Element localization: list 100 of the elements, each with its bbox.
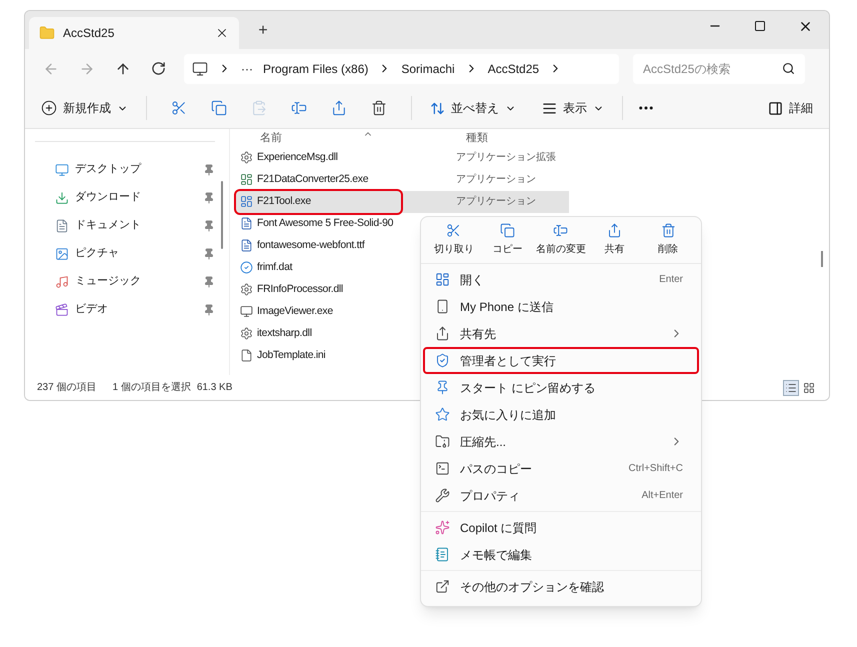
sort-icon: [430, 100, 445, 116]
sidebar-item[interactable]: ミュージック: [35, 268, 215, 296]
menu-item[interactable]: プロパティ Alt+Enter: [423, 482, 699, 509]
file-row[interactable]: ExperienceMsg.dll アプリケーション拡張: [236, 146, 569, 169]
menu-item[interactable]: その他のオプションを確認: [423, 573, 699, 600]
notepad-icon: [435, 547, 450, 562]
pin-icon: [435, 380, 450, 395]
sidebar-item[interactable]: デスクトップ: [35, 156, 215, 184]
file-name-cell: frimf.dat: [236, 256, 401, 279]
monitor-icon: [240, 305, 253, 318]
external-icon: [435, 579, 450, 594]
file-icon: [240, 349, 253, 362]
archive-folder-icon: [435, 434, 450, 449]
forward-icon[interactable]: [79, 60, 95, 77]
gear-file-icon: [240, 151, 253, 164]
app-icon: [240, 173, 253, 186]
up-icon[interactable]: [115, 60, 131, 77]
shortcut-text: Ctrl+Shift+C: [628, 462, 683, 476]
menu-item[interactable]: 管理者として実行: [423, 347, 699, 374]
picture-icon: [55, 246, 69, 261]
menu-action-button[interactable]: 共有: [588, 223, 642, 257]
document-icon: [55, 218, 69, 233]
selection-count: 1 個の項目を選択: [112, 381, 191, 396]
back-icon[interactable]: [43, 60, 59, 77]
star-icon: [435, 407, 450, 422]
shortcut-text: Alt+Enter: [642, 489, 683, 503]
file-name-cell: ExperienceMsg.dll: [236, 146, 401, 169]
sidebar-item[interactable]: ダウンロード: [35, 184, 215, 212]
details-button[interactable]: 詳細: [764, 99, 817, 118]
view-button[interactable]: 表示: [538, 99, 608, 118]
sidebar-item[interactable]: ドキュメント: [35, 212, 215, 240]
share-icon: [607, 223, 622, 238]
menu-item[interactable]: Copilot に質問: [423, 514, 699, 541]
rename-icon: [553, 223, 568, 238]
gear-file-icon: [240, 327, 253, 340]
app-icon: [435, 272, 450, 287]
menu-item[interactable]: メモ帳で編集: [423, 541, 699, 568]
monitor-icon: [55, 162, 69, 177]
file-name-cell: Font Awesome 5 Free-Solid-90: [236, 212, 401, 235]
scrollbar[interactable]: [221, 180, 223, 249]
sidebar-item[interactable]: ビデオ: [35, 296, 215, 324]
close-icon[interactable]: [798, 19, 813, 34]
folder-icon: [39, 24, 55, 41]
new-tab-button[interactable]: +: [251, 18, 275, 43]
column-header[interactable]: 種類: [456, 130, 488, 147]
cut-icon: [446, 223, 462, 238]
file-name-cell: FRInfoProcessor.dll: [236, 278, 401, 301]
delete-icon: [371, 100, 387, 116]
menu-item[interactable]: My Phone に送信: [423, 293, 699, 320]
menu-item[interactable]: パスのコピー Ctrl+Shift+C: [423, 455, 699, 482]
column-header[interactable]: 名前: [236, 130, 456, 147]
pin-icon[interactable]: [203, 220, 215, 232]
music-icon: [55, 274, 69, 289]
pin-icon[interactable]: [203, 248, 215, 260]
overflow-crumb[interactable]: ···: [241, 60, 253, 78]
address-bar[interactable]: ··· Program Files (x86) Sorimachi AccStd25: [184, 54, 619, 84]
menu-item[interactable]: スタート にピン留めする: [423, 374, 699, 401]
menu-item[interactable]: 圧縮先...: [423, 428, 699, 455]
phone-icon: [435, 299, 450, 314]
wrench-icon: [435, 488, 450, 503]
file-name-cell: fontawesome-webfont.ttf: [236, 234, 401, 257]
scrollbar[interactable]: [821, 250, 823, 267]
refresh-icon[interactable]: [151, 61, 166, 76]
document-icon: [240, 217, 253, 230]
file-name-cell: ImageViewer.exe: [236, 300, 401, 323]
menu-item[interactable]: お気に入りに追加: [423, 401, 699, 428]
file-name-cell: JobTemplate.ini: [236, 344, 401, 367]
file-row[interactable]: F21DataConverter25.exe アプリケーション: [236, 168, 569, 191]
window-tab[interactable]: AccStd25: [29, 16, 239, 49]
app-icon: [240, 195, 253, 208]
item-count: 237 個の項目: [37, 381, 96, 396]
search-field[interactable]: AccStd25の検索: [633, 54, 805, 84]
file-name-cell: F21Tool.exe: [236, 190, 401, 213]
sidebar-item[interactable]: ピクチャ: [35, 240, 215, 268]
sort-button[interactable]: 並べ替え: [426, 99, 520, 118]
details-view-icon[interactable]: [783, 380, 799, 396]
breadcrumb[interactable]: Program Files (x86): [263, 60, 368, 78]
video-icon: [55, 302, 69, 317]
lines-icon: [542, 100, 557, 116]
maximize-icon[interactable]: [754, 20, 766, 32]
pin-icon[interactable]: [203, 304, 215, 316]
menu-action-button[interactable]: 削除: [641, 223, 695, 257]
file-row[interactable]: F21Tool.exe アプリケーション: [236, 190, 569, 213]
share-icon: [331, 100, 347, 116]
type-cell-text: アプリケーション拡張: [456, 150, 556, 166]
type-cell-text: アプリケーション: [456, 194, 536, 210]
menu-item[interactable]: 共有先: [423, 320, 699, 347]
share-icon: [435, 326, 450, 341]
pin-icon[interactable]: [203, 276, 215, 288]
file-name-cell: F21DataConverter25.exe: [236, 168, 401, 191]
new-button[interactable]: 新規作成: [37, 99, 132, 118]
breadcrumb[interactable]: AccStd25: [488, 60, 540, 78]
rename-icon: [291, 100, 307, 116]
breadcrumb[interactable]: Sorimachi: [401, 60, 455, 78]
panel-icon: [768, 100, 783, 116]
pin-icon[interactable]: [203, 164, 215, 176]
menu-item[interactable]: 開く Enter: [423, 266, 699, 293]
pin-icon[interactable]: [203, 192, 215, 204]
check-circle-icon: [240, 261, 253, 274]
cut-icon: [171, 100, 187, 116]
